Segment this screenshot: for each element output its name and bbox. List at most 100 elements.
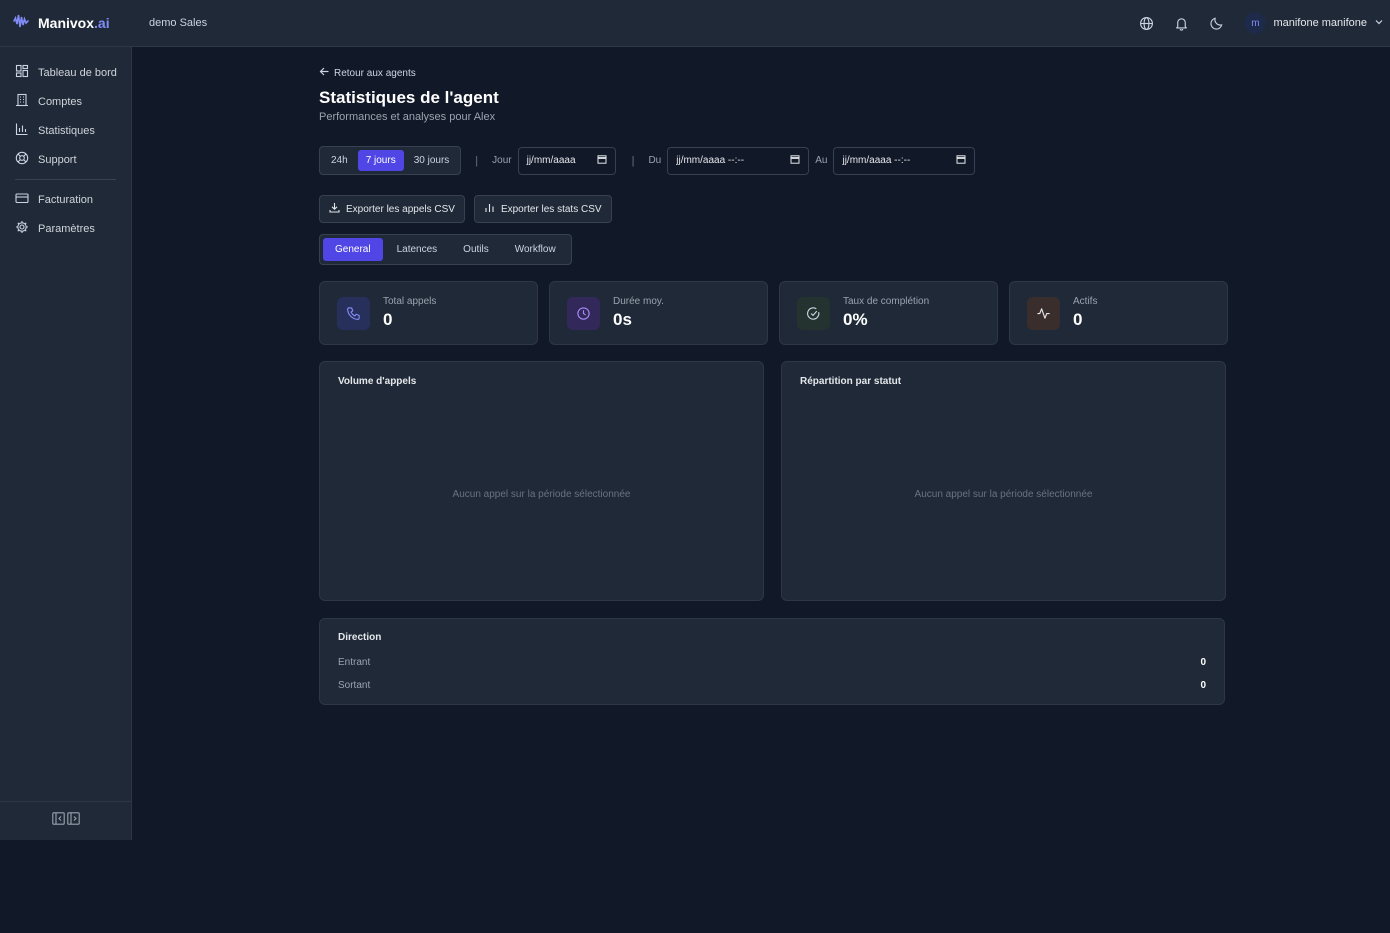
kpi-active: Actifs 0 <box>1009 281 1228 345</box>
range-24h-button[interactable]: 24h <box>323 150 356 171</box>
to-datetime-value: jj/mm/aaaa --:-- <box>842 155 911 166</box>
to-datetime-input[interactable]: jj/mm/aaaa --:-- <box>833 146 976 175</box>
status-breakdown-panel: Répartition par statut Aucun appel sur l… <box>781 361 1226 601</box>
kpi-value: 0% <box>843 310 868 329</box>
sidebar-item-statistics[interactable]: Statistiques <box>0 116 131 145</box>
check-circle-icon <box>797 296 830 330</box>
kpi-cards: Total appels 0 Durée moy. 0s Taux de com… <box>319 281 1228 345</box>
waveform-logo-icon <box>12 12 30 35</box>
kpi-value: 0 <box>383 310 393 329</box>
sidebar-item-billing[interactable]: Facturation <box>0 185 131 214</box>
kpi-value: 0 <box>1073 310 1083 329</box>
sidebar-item-label: Facturation <box>38 193 94 206</box>
sidebar-divider <box>15 179 116 180</box>
kpi-label: Durée moy. <box>613 296 664 307</box>
filter-divider: | <box>475 154 479 167</box>
to-label: Au <box>815 155 828 166</box>
direction-label: Sortant <box>338 680 371 691</box>
kpi-label: Actifs <box>1073 296 1098 307</box>
calendar-icon <box>790 154 800 167</box>
back-label: Retour aux agents <box>334 67 416 79</box>
collapse-left-icon <box>51 812 65 830</box>
panel-title: Volume d'appels <box>338 376 417 387</box>
export-stats-label: Exporter les stats CSV <box>500 203 602 215</box>
chart-panels: Volume d'appels Aucun appel sur la pério… <box>319 361 1226 601</box>
bar-chart-icon <box>484 202 495 216</box>
direction-value: 0 <box>1200 657 1206 668</box>
sidebar-item-accounts[interactable]: Comptes <box>0 87 131 116</box>
user-name: manifone manifone <box>1273 17 1367 29</box>
download-icon <box>329 202 340 216</box>
chevron-down-icon <box>1374 17 1384 30</box>
from-datetime-input[interactable]: jj/mm/aaaa --:-- <box>667 146 810 175</box>
clock-icon <box>567 296 600 330</box>
export-calls-label: Exporter les appels CSV <box>346 203 455 215</box>
gear-icon <box>15 220 29 237</box>
kpi-label: Total appels <box>383 296 437 307</box>
language-globe-icon[interactable] <box>1129 8 1164 38</box>
back-to-agents-link[interactable]: Retour aux agents <box>319 66 416 80</box>
page-title: Statistiques de l'agent <box>319 88 499 107</box>
stats-tabs: General Latences Outils Workflow <box>319 234 572 265</box>
calendar-icon <box>597 154 607 167</box>
tab-latences[interactable]: Latences <box>385 238 450 261</box>
direction-panel: Direction Entrant 0 Sortant 0 <box>319 618 1225 705</box>
sidebar-item-settings[interactable]: Paramètres <box>0 214 131 243</box>
tab-outils[interactable]: Outils <box>451 238 501 261</box>
range-7d-button[interactable]: 7 jours <box>357 150 404 171</box>
tab-workflow[interactable]: Workflow <box>503 238 568 261</box>
sidebar-item-label: Paramètres <box>38 222 95 235</box>
credit-card-icon <box>15 191 29 208</box>
dark-mode-moon-icon[interactable] <box>1199 8 1234 38</box>
sidebar-collapse-toggle[interactable] <box>0 801 131 840</box>
sidebar-item-support[interactable]: Support <box>0 145 131 174</box>
call-volume-panel: Volume d'appels Aucun appel sur la pério… <box>319 361 764 601</box>
tab-general[interactable]: General <box>323 238 383 261</box>
direction-row-outbound: Sortant 0 <box>338 680 1206 691</box>
sidebar-nav: Tableau de bord Comptes Statistiques Sup… <box>0 47 131 243</box>
export-stats-csv-button[interactable]: Exporter les stats CSV <box>473 195 612 223</box>
kpi-total-calls: Total appels 0 <box>319 281 538 345</box>
lifebuoy-icon <box>15 151 29 168</box>
from-label: Du <box>648 155 662 166</box>
export-actions: Exporter les appels CSV Exporter les sta… <box>319 195 612 223</box>
dashboard-icon <box>15 64 29 81</box>
kpi-label: Taux de complétion <box>843 296 930 307</box>
panel-title: Direction <box>338 632 382 643</box>
kpi-value: 0s <box>613 310 632 329</box>
export-calls-csv-button[interactable]: Exporter les appels CSV <box>319 195 465 223</box>
bar-chart-icon <box>15 122 29 139</box>
activity-icon <box>1027 296 1060 330</box>
top-bar: Manivox.ai demo Sales m manifone manifon… <box>0 0 1390 47</box>
panel-title: Répartition par statut <box>800 376 902 387</box>
direction-row-inbound: Entrant 0 <box>338 657 1206 668</box>
building-icon <box>15 93 29 110</box>
sidebar: Tableau de bord Comptes Statistiques Sup… <box>0 47 132 840</box>
brand-name: Manivox.ai <box>38 15 110 31</box>
empty-state-message: Aucun appel sur la période sélectionnée <box>914 489 1093 500</box>
sidebar-item-label: Support <box>38 153 77 166</box>
empty-state-message: Aucun appel sur la période sélectionnée <box>452 489 631 500</box>
kpi-completion-rate: Taux de complétion 0% <box>779 281 998 345</box>
from-datetime-value: jj/mm/aaaa --:-- <box>676 155 745 166</box>
range-selector: 24h 7 jours 30 jours <box>319 146 462 175</box>
sidebar-item-dashboard[interactable]: Tableau de bord <box>0 58 131 87</box>
notification-bell-icon[interactable] <box>1164 8 1199 38</box>
day-label: Jour <box>492 155 512 166</box>
kpi-avg-duration: Durée moy. 0s <box>549 281 768 345</box>
brand[interactable]: Manivox.ai <box>0 0 132 47</box>
direction-value: 0 <box>1200 680 1206 691</box>
day-date-input[interactable]: jj/mm/aaaa <box>517 146 616 175</box>
page-subtitle: Performances et analyses pour Alex <box>319 111 496 123</box>
user-menu[interactable]: m manifone manifone <box>1244 12 1384 34</box>
calendar-icon <box>956 154 966 167</box>
workspace-name: demo Sales <box>149 17 208 29</box>
sidebar-item-label: Tableau de bord <box>38 66 117 79</box>
day-date-value: jj/mm/aaaa <box>526 155 576 166</box>
date-filters: 24h 7 jours 30 jours | Jour jj/mm/aaaa |… <box>319 146 976 175</box>
avatar: m <box>1244 12 1267 34</box>
sidebar-item-label: Comptes <box>38 95 83 108</box>
phone-icon <box>337 296 370 330</box>
range-30d-button[interactable]: 30 jours <box>406 150 458 171</box>
filter-divider: | <box>631 154 635 167</box>
